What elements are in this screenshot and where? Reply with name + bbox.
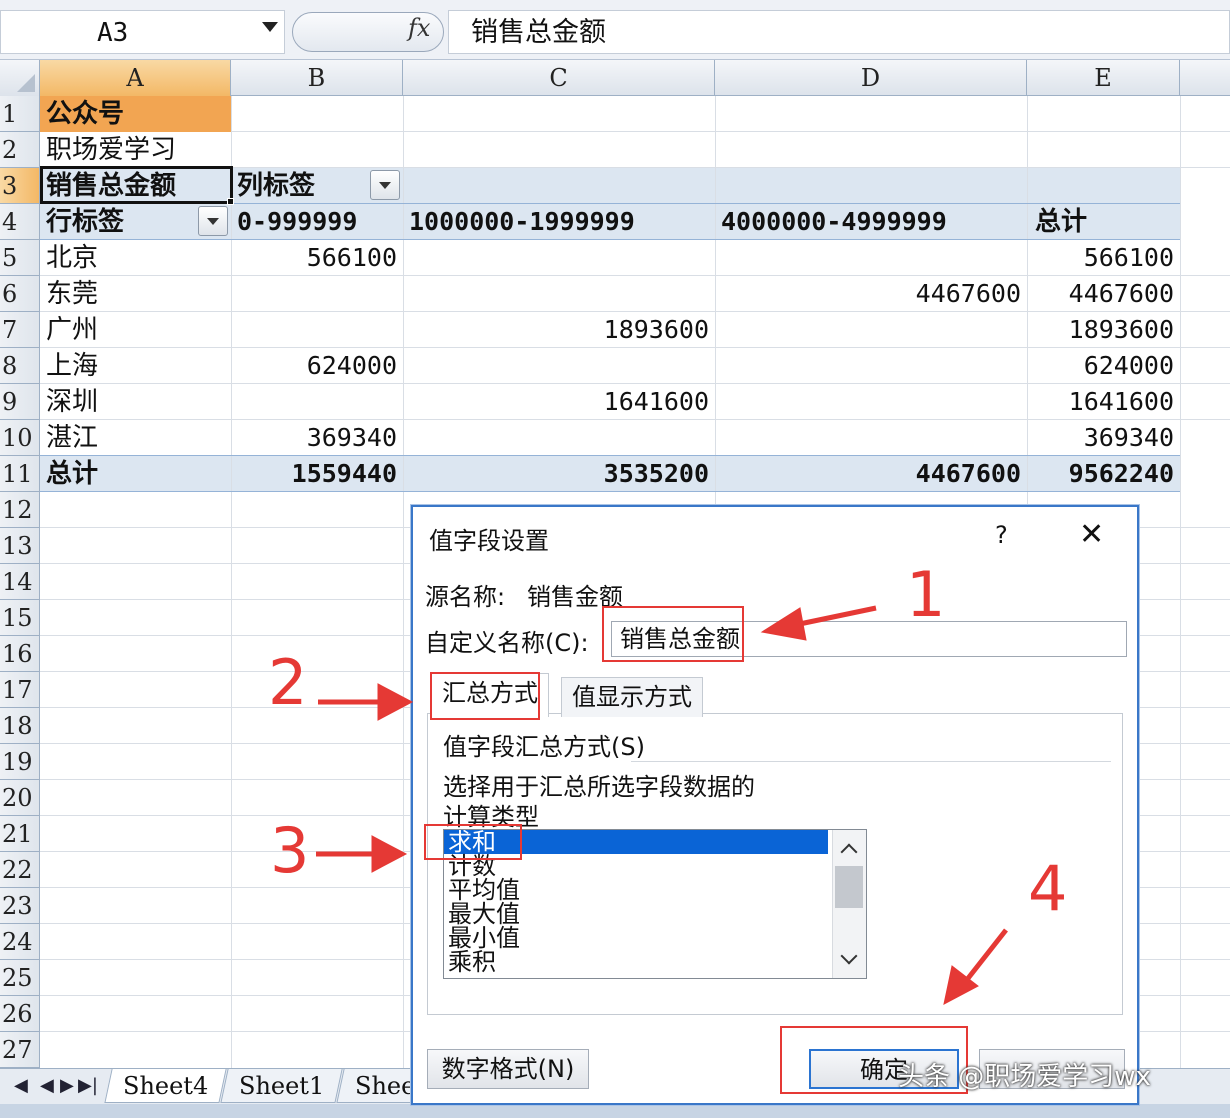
arrow-3-head-icon [371,835,408,873]
annotation-arrows [316,605,1008,1005]
watermark: 头条 @职场爱学习wx [898,1062,1151,1092]
arrow-2-head-icon [377,683,414,721]
arrow-4 [960,928,1008,988]
arrow-1-head-icon [760,607,807,641]
